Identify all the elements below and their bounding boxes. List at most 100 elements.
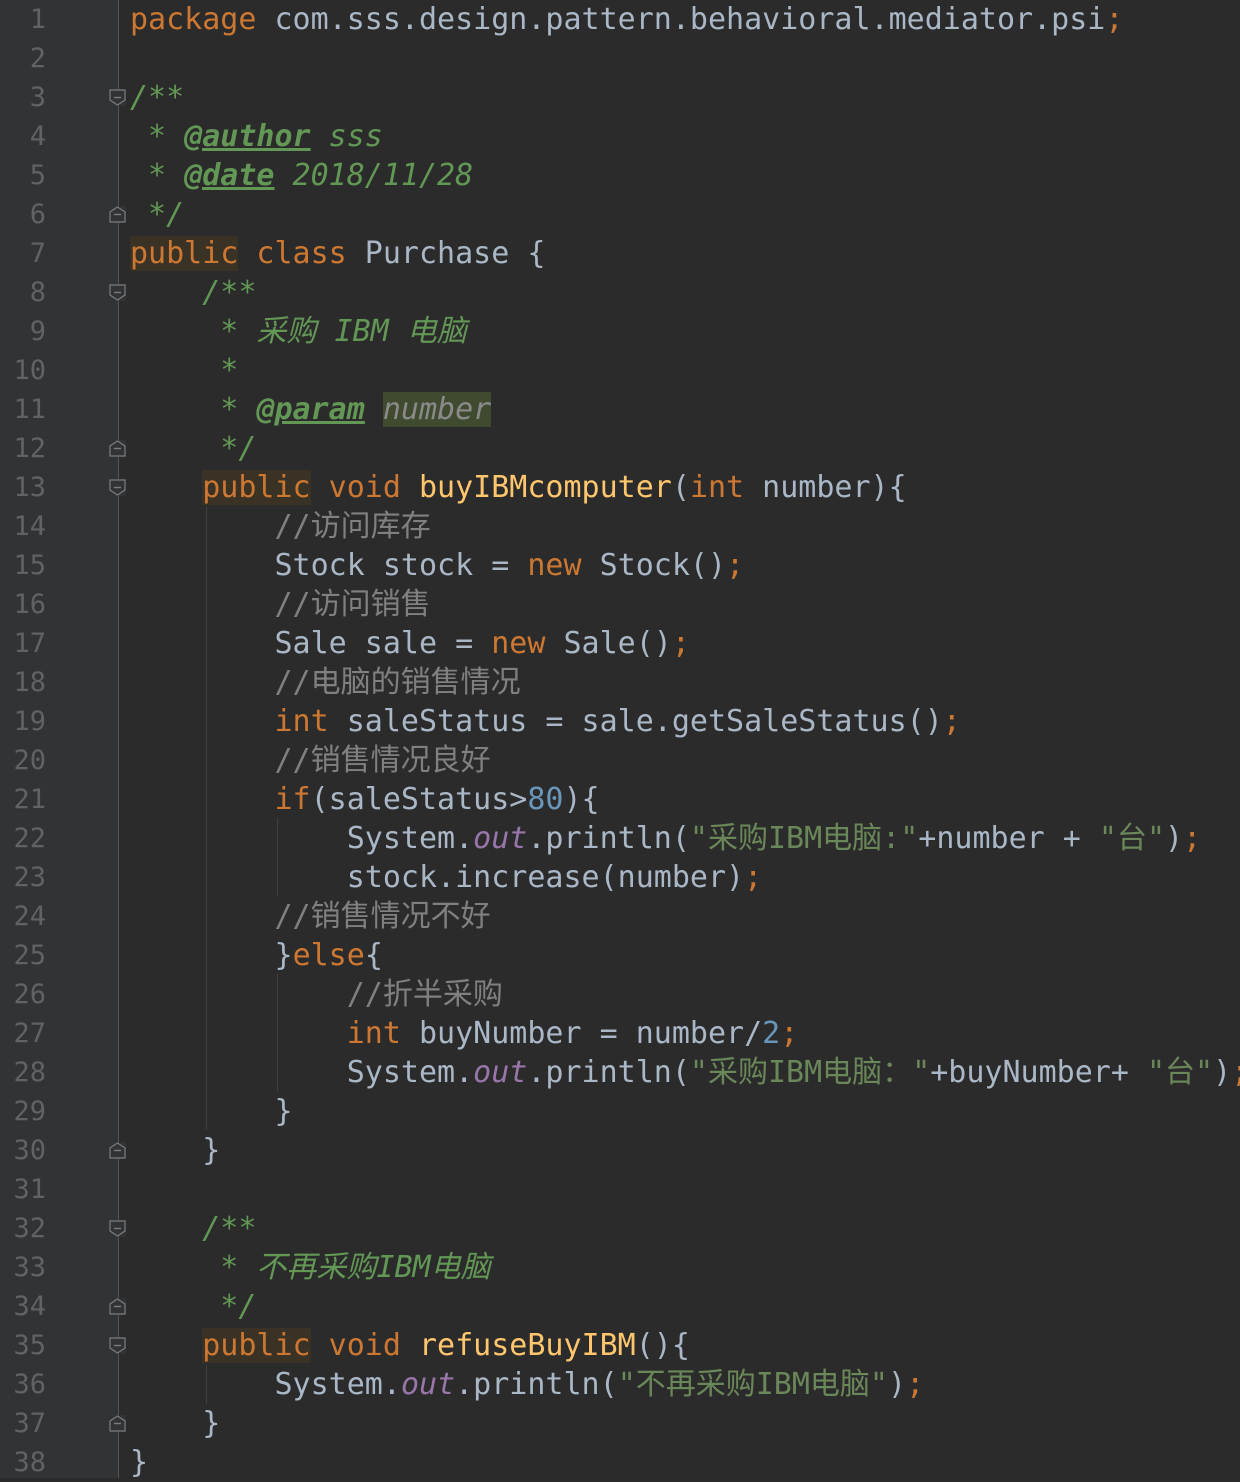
- code-line-37[interactable]: }: [130, 1404, 220, 1443]
- code-line-6[interactable]: */: [130, 195, 184, 234]
- line-number: 12: [13, 433, 46, 464]
- line-number: 15: [13, 550, 46, 581]
- code-line-9[interactable]: * 采购 IBM 电脑: [130, 312, 467, 351]
- line-number: 6: [29, 199, 46, 230]
- javadoc-text: *: [130, 353, 239, 388]
- line-number: 30: [13, 1135, 46, 1166]
- code-editor[interactable]: 1 2 3 4 5 6 7 8 9 10 11 12 13 14 15 16 17 18 19 20 21 22 23 24 2…: [0, 0, 1240, 1480]
- line-number: 28: [13, 1057, 46, 1088]
- code: System.: [130, 821, 474, 856]
- code-line-26[interactable]: //折半采购: [130, 975, 503, 1014]
- code-line-7[interactable]: public class Purchase {: [130, 234, 545, 273]
- code-line-32[interactable]: /**: [130, 1209, 256, 1248]
- semicolon: ;: [744, 860, 763, 895]
- code-line-12[interactable]: */: [130, 429, 256, 468]
- code-line-13[interactable]: public void buyIBMcomputer(int number){: [130, 468, 907, 507]
- javadoc-date-value: 2018/11/28: [274, 158, 474, 193]
- code-line-21[interactable]: if(saleStatus>80){: [130, 780, 600, 819]
- code-line-33[interactable]: * 不再采购IBM电脑: [130, 1248, 491, 1287]
- fold-collapse-icon[interactable]: [109, 89, 126, 106]
- code-line-23[interactable]: stock.increase(number);: [130, 858, 762, 897]
- keyword-public: public: [202, 1328, 311, 1363]
- string-literal: "采购IBM电脑：": [689, 1055, 931, 1090]
- keyword-if: if: [274, 782, 311, 817]
- line-number: 27: [13, 1018, 46, 1049]
- code-line-38[interactable]: }: [130, 1443, 148, 1482]
- code-line-3[interactable]: /**: [130, 78, 184, 117]
- javadoc-text: IBM: [376, 1250, 431, 1285]
- keyword-void: void: [310, 1328, 419, 1363]
- line-comment: //折半采购: [130, 977, 503, 1012]
- param-reference: number: [382, 392, 492, 427]
- javadoc-text: * 采购 IBM 电脑: [130, 314, 467, 349]
- code-line-19[interactable]: int saleStatus = sale.getSaleStatus();: [130, 702, 961, 741]
- line-number: 24: [13, 901, 46, 932]
- code-line-34[interactable]: */: [130, 1287, 256, 1326]
- code-line-11[interactable]: * @param number: [130, 390, 492, 429]
- code-line-27[interactable]: int buyNumber = number/2;: [130, 1014, 799, 1053]
- line-number: 17: [13, 628, 46, 659]
- fold-end-icon[interactable]: [109, 1142, 126, 1159]
- code-line-36[interactable]: System.out.println("不再采购IBM电脑");: [130, 1365, 924, 1404]
- line-number: 29: [13, 1096, 46, 1127]
- line-number: 8: [29, 277, 46, 308]
- keyword-void: void: [310, 470, 419, 505]
- code-line-35[interactable]: public void refuseBuyIBM(){: [130, 1326, 690, 1365]
- code-line-22[interactable]: System.out.println("采购IBM电脑:"+number + "…: [130, 819, 1201, 858]
- code-line-5[interactable]: * @date 2018/11/28: [130, 156, 473, 195]
- line-comment: //访问销售: [130, 587, 431, 622]
- code-line-30[interactable]: }: [130, 1131, 220, 1170]
- fold-end-icon[interactable]: [109, 1415, 126, 1432]
- code-line-10[interactable]: *: [130, 351, 238, 390]
- params: (){: [635, 1328, 690, 1363]
- line-number: 16: [13, 589, 46, 620]
- method-name: refuseBuyIBM: [419, 1328, 636, 1363]
- code: +buyNumber+: [930, 1055, 1147, 1090]
- line-number: 34: [13, 1291, 46, 1322]
- fold-collapse-icon[interactable]: [109, 1220, 126, 1237]
- code: Sale(): [545, 626, 672, 661]
- javadoc-star: *: [130, 119, 185, 154]
- code-line-20[interactable]: //销售情况良好: [130, 741, 491, 780]
- semicolon: ;: [942, 704, 961, 739]
- code-line-28[interactable]: System.out.println("采购IBM电脑："+buyNumber+…: [130, 1053, 1240, 1092]
- class-name: Purchase {: [346, 236, 546, 271]
- fold-end-icon[interactable]: [109, 1298, 126, 1315]
- fold-collapse-icon[interactable]: [109, 1337, 126, 1354]
- semicolon: ;: [671, 626, 690, 661]
- code: Sale sale =: [130, 626, 492, 661]
- line-number: 14: [13, 511, 46, 542]
- line-number: 31: [13, 1174, 46, 1205]
- code-line-25[interactable]: }else{: [130, 936, 382, 975]
- code-line-16[interactable]: //访问销售: [130, 585, 431, 624]
- line-number: 21: [13, 784, 46, 815]
- javadoc-star: *: [130, 392, 257, 427]
- code-line-15[interactable]: Stock stock = new Stock();: [130, 546, 744, 585]
- line-number: 22: [13, 823, 46, 854]
- keyword-public: public: [130, 236, 239, 271]
- fold-collapse-icon[interactable]: [109, 284, 126, 301]
- code-line-8[interactable]: /**: [130, 273, 256, 312]
- code: .println(: [527, 821, 690, 856]
- string-literal: "采购IBM电脑:": [689, 821, 919, 856]
- code-line-24[interactable]: //销售情况不好: [130, 897, 490, 936]
- javadoc-close: */: [130, 1289, 257, 1324]
- code-line-18[interactable]: //电脑的销售情况: [130, 663, 520, 702]
- code: Stock stock =: [130, 548, 528, 583]
- fold-collapse-icon[interactable]: [109, 479, 126, 496]
- code-line-1[interactable]: package com.sss.design.pattern.behaviora…: [130, 0, 1123, 39]
- fold-end-icon[interactable]: [109, 206, 126, 223]
- code-line-4[interactable]: * @author sss: [130, 117, 383, 156]
- semicolon: ;: [780, 1016, 799, 1051]
- line-comment: //销售情况良好: [130, 743, 491, 778]
- line-number: 10: [13, 355, 46, 386]
- javadoc-text: 电脑: [430, 1250, 491, 1285]
- keyword-public: public: [202, 470, 311, 505]
- fold-end-icon[interactable]: [109, 440, 126, 457]
- code-line-29[interactable]: }: [130, 1092, 292, 1131]
- code: ): [1165, 821, 1184, 856]
- code-line-14[interactable]: //访问库存: [130, 507, 430, 546]
- code-line-17[interactable]: Sale sale = new Sale();: [130, 624, 690, 663]
- code: .println(: [455, 1367, 618, 1402]
